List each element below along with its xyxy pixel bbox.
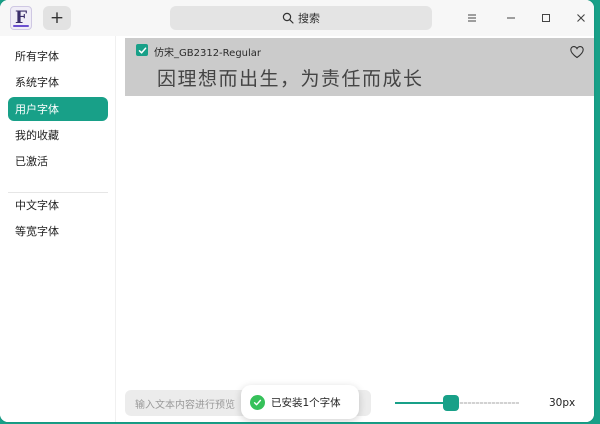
- checkmark-icon: [138, 46, 146, 54]
- menu-icon: [468, 14, 476, 22]
- sidebar-item-monospace-fonts[interactable]: 等宽字体: [8, 219, 108, 243]
- sidebar-item-label: 所有字体: [15, 50, 59, 63]
- slider-handle[interactable]: [442, 395, 459, 411]
- sidebar-item-user-fonts[interactable]: 用户字体: [8, 97, 108, 121]
- search-icon: [282, 12, 294, 24]
- close-button[interactable]: [572, 9, 590, 27]
- titlebar: F + 搜索: [0, 0, 594, 36]
- sidebar-item-favorites[interactable]: 我的收藏: [8, 123, 108, 147]
- sidebar-item-label: 用户字体: [15, 103, 59, 116]
- font-size-value: 30px: [549, 397, 576, 409]
- sidebar-item-label: 已激活: [15, 155, 48, 168]
- app-logo-icon: F: [10, 6, 32, 30]
- add-font-button[interactable]: +: [43, 6, 71, 30]
- success-check-icon: [250, 394, 265, 410]
- sidebar-item-label: 等宽字体: [15, 225, 59, 238]
- toast-message: 已安装1个字体: [271, 396, 341, 409]
- font-name: 仿宋_GB2312-Regular: [154, 48, 262, 59]
- sidebar-item-label: 中文字体: [15, 199, 59, 212]
- font-preview-text: 因理想而出生，为责任而成长: [157, 68, 424, 90]
- close-icon: [577, 14, 585, 22]
- plus-icon: +: [49, 8, 65, 28]
- heart-icon[interactable]: [569, 44, 585, 60]
- install-toast: 已安装1个字体: [241, 385, 359, 419]
- maximize-icon: [542, 14, 550, 22]
- sidebar-item-all-fonts[interactable]: 所有字体: [8, 44, 108, 68]
- sidebar-item-system-fonts[interactable]: 系统字体: [8, 70, 108, 94]
- minimize-button[interactable]: [502, 9, 520, 27]
- minimize-icon: [507, 17, 515, 19]
- sidebar-item-label: 系统字体: [15, 76, 59, 89]
- preview-input-placeholder: 输入文本内容进行预览: [135, 399, 235, 411]
- maximize-button[interactable]: [537, 9, 555, 27]
- font-size-slider[interactable]: [395, 395, 519, 411]
- search-placeholder: 搜索: [298, 12, 320, 25]
- font-enable-checkbox[interactable]: [136, 44, 148, 56]
- sidebar-item-label: 我的收藏: [15, 129, 59, 142]
- font-list-area: 仿宋_GB2312-Regular 因理想而出生，为责任而成长 输入文本内容进行…: [117, 36, 594, 422]
- menu-button[interactable]: [463, 9, 481, 27]
- search-input[interactable]: 搜索: [170, 6, 432, 30]
- app-window: F + 搜索 所有字体 系统字体 用户字体 我的收藏 已激活 中文字体 等宽字体…: [0, 0, 594, 422]
- font-list-item[interactable]: 仿宋_GB2312-Regular 因理想而出生，为责任而成长: [125, 38, 594, 96]
- sidebar-item-activated[interactable]: 已激活: [8, 149, 108, 173]
- sidebar-item-chinese-fonts[interactable]: 中文字体: [8, 193, 108, 217]
- sidebar: 所有字体 系统字体 用户字体 我的收藏 已激活 中文字体 等宽字体: [0, 36, 116, 422]
- app-logo-letter: F: [14, 7, 28, 28]
